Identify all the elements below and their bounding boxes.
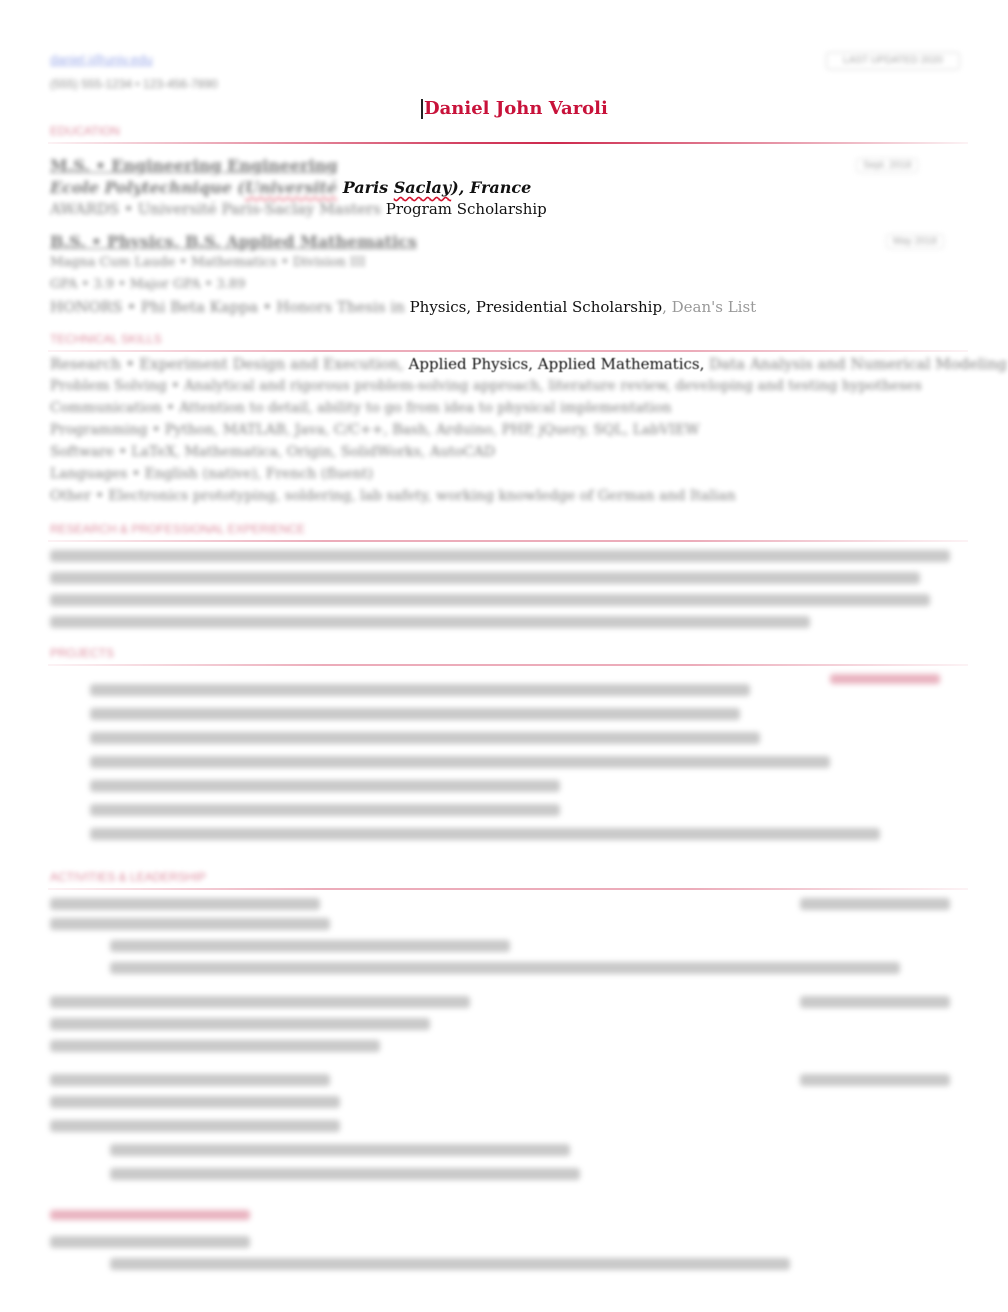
section-divider <box>48 350 968 352</box>
project-text-line <box>90 756 830 768</box>
skills-line-3: Communication • Attention to detail, abi… <box>50 400 672 416</box>
education-award-2: HONORS • Phi Beta Kappa • Honors Thesis … <box>50 298 756 316</box>
section-heading-projects: PROJECTS <box>50 646 115 660</box>
project-text-line <box>90 804 560 816</box>
project-text-line <box>90 708 740 720</box>
project-text-line <box>90 828 880 840</box>
email-link[interactable]: daniel.j@univ.edu <box>50 52 153 67</box>
school-prefix: Ecole Polytechnique ( <box>50 178 245 197</box>
activity-text-line <box>50 1120 340 1132</box>
activity-date <box>800 996 950 1008</box>
activity-text-line <box>110 962 900 974</box>
award-visible-text: Program Scholarship <box>385 200 547 218</box>
section-heading-skills: TECHNICAL SKILLS <box>50 332 162 346</box>
activity-text-line <box>50 918 330 930</box>
activity-text-line <box>50 898 320 910</box>
skills-line-5: Software • LaTeX, Mathematica, Origin, S… <box>50 444 496 460</box>
section-divider <box>48 664 968 666</box>
activity-text-line <box>110 940 510 952</box>
activity-text-line <box>50 1236 250 1248</box>
skills-line-7: Other • Electronics prototyping, solderi… <box>50 488 736 504</box>
education-degree-1: M.S. • Engineering Engineering <box>50 156 338 175</box>
research-text-line <box>50 594 930 606</box>
skills-line1-visible: Applied Physics, Applied Mathematics, <box>403 355 705 373</box>
research-text-line <box>50 616 810 628</box>
activity-text-line <box>110 1144 570 1156</box>
phone-number: (555) 555-1234 • 123-456-7890 <box>50 77 218 91</box>
award2-visible-text: Physics, Presidential Scholarship <box>409 298 663 316</box>
activity-date <box>800 898 950 910</box>
school-end: ), France <box>451 178 532 197</box>
activity-text-line <box>110 1258 790 1270</box>
activity-text-line <box>110 1168 580 1180</box>
skills-line-4: Programming • Python, MATLAB, Java, C/C+… <box>50 422 700 438</box>
project-date <box>830 674 940 684</box>
spell-error-word-2[interactable]: Saclay <box>394 178 451 197</box>
education-school-1: Ecole Polytechnique (Université Paris Sa… <box>50 178 531 197</box>
section-divider <box>48 888 968 890</box>
skills-line-6: Languages • English (native), French (fl… <box>50 466 374 482</box>
education-detail-2a: Magna Cum Laude • Mathematics • Division… <box>50 255 366 270</box>
activity-text-line <box>50 1018 430 1030</box>
skills-line-2: Problem Solving • Analytical and rigorou… <box>50 378 922 394</box>
research-text-line <box>50 550 950 562</box>
updated-badge: LAST UPDATED 2020 <box>826 52 960 70</box>
section-divider <box>48 540 968 542</box>
skills-line1-blurred: Research • Experiment Design and Executi… <box>50 355 404 373</box>
resume-page: daniel.j@univ.edu (555) 555-1234 • 123-4… <box>0 0 1008 1312</box>
resume-name[interactable]: Daniel John Varoli <box>424 98 608 119</box>
education-detail-2b: GPA • 3.9 • Major GPA • 3.89 <box>50 277 246 292</box>
project-text-line <box>90 780 560 792</box>
section-heading-activities: ACTIVITIES & LEADERSHIP <box>50 870 207 884</box>
activity-date <box>800 1074 950 1086</box>
skills-line-1: Research • Experiment Design and Executi… <box>50 355 1007 373</box>
education-date-2: May 2018 <box>886 234 944 249</box>
activity-text-line <box>50 1040 380 1052</box>
spell-error-word[interactable]: Université <box>245 178 337 197</box>
education-award-1: AWARDS • Université Paris-Saclay Masters… <box>50 200 547 218</box>
section-heading-research: RESEARCH & PROFESSIONAL EXPERIENCE <box>50 522 305 536</box>
project-text-line <box>90 684 750 696</box>
project-text-line <box>90 732 760 744</box>
education-degree-2: B.S. • Physics, B.S. Applied Mathematics <box>50 232 417 251</box>
section-divider <box>48 142 968 144</box>
award2-faded-text: , Dean's List <box>662 298 757 316</box>
section-heading-education: EDUCATION <box>50 124 120 138</box>
award2-blurred-text: HONORS • Phi Beta Kappa • Honors Thesis … <box>50 298 410 316</box>
education-date-1: Sept. 2018 <box>856 158 919 173</box>
school-mid: Paris <box>337 178 394 197</box>
skills-line1-faded: Data Analysis and Numerical Modeling <box>704 355 1007 373</box>
activity-heading-line <box>50 1210 250 1220</box>
activity-text-line <box>50 1096 340 1108</box>
activity-text-line <box>50 1074 330 1086</box>
activity-text-line <box>50 996 470 1008</box>
award-blurred-text: AWARDS • Université Paris-Saclay Masters <box>50 200 386 218</box>
research-text-line <box>50 572 920 584</box>
text-cursor <box>421 99 423 119</box>
